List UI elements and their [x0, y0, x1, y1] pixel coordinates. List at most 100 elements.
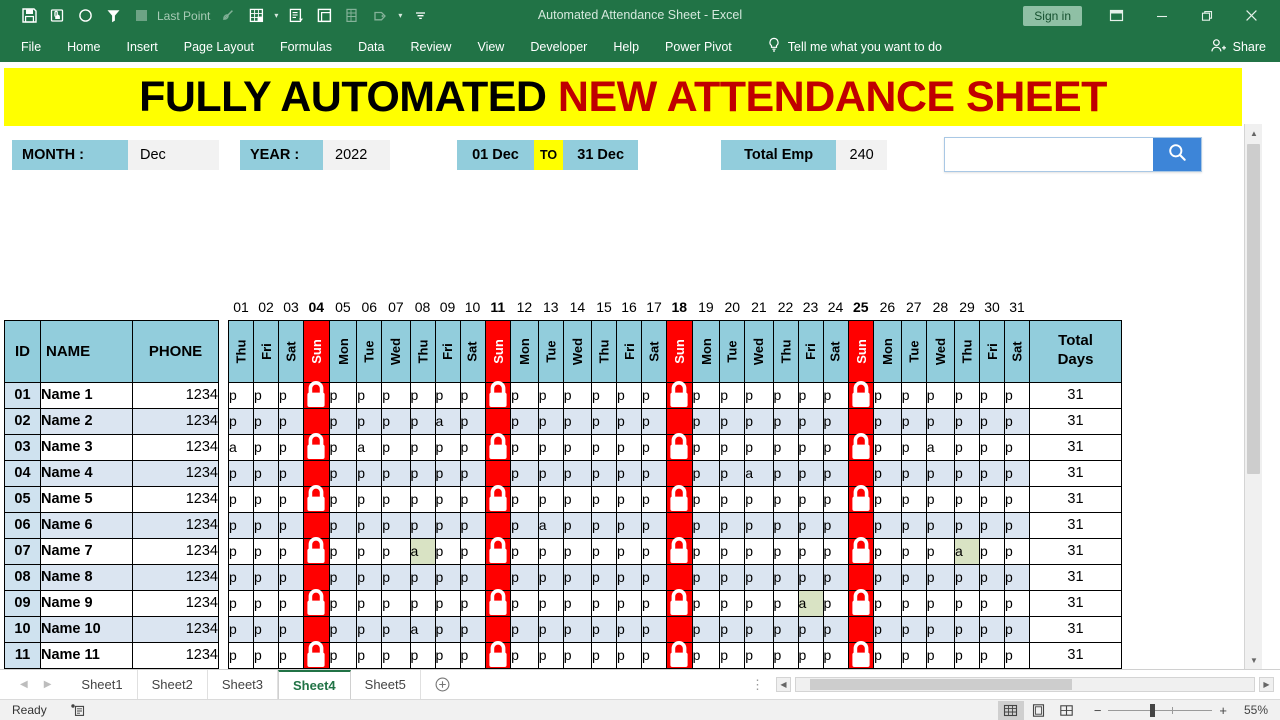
sheet-nav-arrows[interactable]: ◀ ▶ — [0, 670, 67, 699]
search-button[interactable] — [1153, 138, 1201, 171]
cell-attendance[interactable]: p — [744, 537, 774, 565]
cell-attendance[interactable]: p — [253, 667, 279, 669]
cell-attendance[interactable]: p — [356, 537, 383, 565]
cell-attendance[interactable]: p — [900, 641, 927, 669]
cell-attendance[interactable]: p — [591, 641, 617, 669]
cell-attendance[interactable]: p — [562, 537, 593, 565]
hscroll-left-icon[interactable]: ◀ — [776, 677, 791, 692]
cell-attendance[interactable]: p — [925, 511, 956, 539]
cell-attendance[interactable]: p — [562, 641, 593, 669]
cell-attendance[interactable]: p — [873, 641, 902, 669]
cell-attendance[interactable]: p — [409, 511, 436, 539]
cell-attendance[interactable]: p — [409, 433, 436, 461]
cell-attendance[interactable]: p — [616, 381, 642, 409]
cell-attendance[interactable]: p — [328, 537, 358, 565]
cell-attendance[interactable]: p — [409, 589, 436, 617]
cell-attendance[interactable]: p — [822, 641, 849, 669]
cell-attendance[interactable]: p — [744, 563, 774, 591]
macro-icon[interactable] — [283, 4, 309, 28]
cell-attendance[interactable]: a — [409, 537, 436, 565]
cell-attendance[interactable]: p — [772, 485, 799, 513]
cell-attendance[interactable]: p — [873, 537, 902, 565]
ribbon-tab-data[interactable]: Data — [345, 34, 397, 60]
circle-icon[interactable] — [72, 4, 98, 28]
cell-attendance[interactable]: p — [510, 433, 539, 461]
cell-attendance[interactable]: p — [328, 485, 358, 513]
cell-attendance[interactable]: p — [979, 381, 1005, 409]
cell-attendance[interactable]: p — [253, 381, 279, 409]
cell-attendance[interactable]: p — [278, 641, 304, 669]
cell-attendance[interactable]: p — [228, 459, 254, 487]
scroll-down-icon[interactable]: ▼ — [1245, 651, 1262, 669]
cell-attendance[interactable]: p — [616, 563, 642, 591]
cell-name[interactable]: Name 10 — [40, 667, 133, 669]
cell-attendance[interactable]: p — [591, 667, 617, 669]
cell-attendance[interactable]: p — [772, 433, 799, 461]
cell-attendance[interactable]: p — [1004, 511, 1030, 539]
cell-attendance[interactable]: p — [822, 537, 849, 565]
prev-sheet-icon[interactable]: ◀ — [20, 679, 28, 690]
cell-attendance[interactable]: p — [772, 511, 799, 539]
cell-name[interactable]: Name 1 — [40, 381, 133, 409]
cell-attendance[interactable]: p — [278, 485, 304, 513]
cell-attendance[interactable]: p — [537, 459, 564, 487]
cell-attendance[interactable]: p — [228, 589, 254, 617]
cell-attendance[interactable]: p — [356, 615, 383, 643]
cell-attendance[interactable]: p — [873, 485, 902, 513]
cell-attendance[interactable]: p — [510, 641, 539, 669]
restore-button[interactable] — [1184, 0, 1229, 31]
table-row[interactable]: 02 Name 2 1234 p p p p p p p a p p p p p p p p p p p p p p p p p p p 3… — [4, 407, 1122, 435]
cell-attendance[interactable]: p — [744, 667, 774, 669]
cell-attendance[interactable]: p — [278, 511, 304, 539]
cell-attendance[interactable]: p — [772, 407, 799, 435]
cell-attendance[interactable]: p — [744, 589, 774, 617]
cell-attendance[interactable]: p — [356, 407, 383, 435]
cell-attendance[interactable]: p — [253, 407, 279, 435]
cell-attendance[interactable]: p — [744, 407, 774, 435]
cell-attendance[interactable]: p — [381, 485, 411, 513]
share-button[interactable]: Share — [1210, 38, 1280, 56]
cell-attendance[interactable]: p — [925, 589, 956, 617]
ribbon-display-options-icon[interactable] — [1094, 0, 1139, 31]
cell-name[interactable]: Name 11 — [40, 641, 133, 669]
cell-attendance[interactable]: p — [278, 667, 304, 669]
cell-id[interactable]: 08 — [4, 563, 41, 591]
cell-attendance[interactable]: p — [691, 433, 721, 461]
cell-attendance[interactable]: p — [510, 667, 539, 669]
cell-attendance[interactable]: p — [719, 667, 746, 669]
touch-mode-icon[interactable] — [44, 4, 70, 28]
cell-attendance[interactable]: p — [328, 563, 358, 591]
cell-attendance[interactable]: p — [719, 563, 746, 591]
cell-attendance[interactable]: p — [719, 511, 746, 539]
cell-attendance[interactable]: p — [772, 641, 799, 669]
cell-attendance[interactable]: p — [979, 485, 1005, 513]
cell-attendance[interactable]: p — [873, 433, 902, 461]
cell-id[interactable]: 01 — [4, 381, 41, 409]
cell-attendance[interactable]: p — [356, 485, 383, 513]
cell-name[interactable]: Name 10 — [40, 615, 133, 643]
cell-attendance[interactable]: p — [356, 381, 383, 409]
cell-attendance[interactable]: p — [641, 381, 667, 409]
cell-attendance[interactable]: p — [562, 511, 593, 539]
cell-attendance[interactable]: a — [954, 537, 980, 565]
cell-attendance[interactable]: p — [772, 589, 799, 617]
cell-id[interactable]: 11 — [4, 641, 41, 669]
page-layout-view-button[interactable] — [1026, 701, 1052, 720]
cell-attendance[interactable]: p — [925, 459, 956, 487]
cell-attendance[interactable]: p — [797, 407, 824, 435]
cell-attendance[interactable]: p — [328, 511, 358, 539]
cell-phone[interactable]: 1234 — [132, 485, 219, 513]
cell-attendance[interactable]: p — [691, 667, 721, 669]
cell-total-days[interactable]: 31 — [1029, 667, 1122, 669]
cell-attendance[interactable]: p — [691, 511, 721, 539]
cell-attendance[interactable]: p — [616, 485, 642, 513]
cell-attendance[interactable]: p — [278, 459, 304, 487]
sign-in-button[interactable]: Sign in — [1023, 5, 1082, 26]
cell-attendance[interactable]: p — [459, 459, 486, 487]
cell-attendance[interactable]: p — [616, 589, 642, 617]
split-handle[interactable]: ⋮ — [743, 677, 772, 693]
page-break-view-button[interactable] — [1054, 701, 1080, 720]
cell-attendance[interactable]: p — [719, 615, 746, 643]
insert-cells-caret-icon[interactable]: ▾ — [271, 11, 281, 20]
cell-attendance[interactable]: p — [434, 537, 461, 565]
